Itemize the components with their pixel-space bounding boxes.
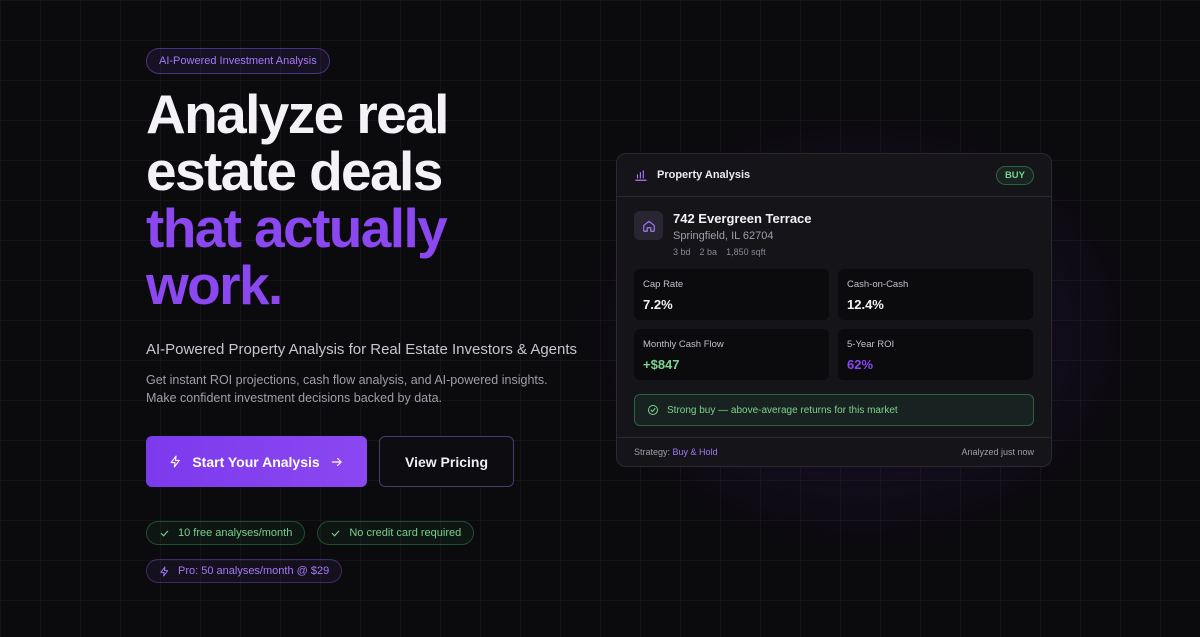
check-circle-icon	[648, 405, 658, 415]
start-analysis-button[interactable]: Start Your Analysis	[146, 436, 367, 487]
strategy: Strategy: Buy & Hold	[634, 447, 718, 457]
chip-pro-plan-label: Pro: 50 analyses/month @ $29	[178, 565, 330, 577]
recommendation-text: Strong buy — above-average returns for t…	[667, 404, 898, 416]
spec-sqft: 1,850 sqft	[726, 247, 766, 257]
metric-cap-rate: Cap Rate 7.2%	[634, 269, 829, 320]
property-details: 742 Evergreen Terrace Springfield, IL 62…	[673, 211, 812, 257]
bolt-icon	[170, 455, 181, 468]
start-analysis-label: Start Your Analysis	[192, 453, 320, 470]
hero-subhead: AI-Powered Property Analysis for Real Es…	[146, 341, 578, 358]
property-info: 742 Evergreen Terrace Springfield, IL 62…	[617, 197, 1051, 257]
chip-pro-plan: Pro: 50 analyses/month @ $29	[146, 559, 343, 583]
property-icon-box	[634, 211, 663, 240]
recommendation-status: Strong buy — above-average returns for t…	[634, 394, 1034, 426]
check-icon	[332, 530, 340, 537]
property-specs: 3 bd 2 ba 1,850 sqft	[673, 247, 812, 257]
spec-baths: 2 ba	[699, 247, 718, 257]
metric-label: Cash-on-Cash	[847, 279, 909, 290]
hero-description: Get instant ROI projections, cash flow a…	[146, 373, 548, 405]
metric-monthly-cash-flow: Monthly Cash Flow +$847	[634, 329, 829, 380]
home-icon	[642, 220, 655, 232]
chip-free-analyses: 10 free analyses/month	[146, 521, 306, 545]
metric-value: 62%	[847, 357, 874, 372]
headline-line-1: Analyze real	[146, 83, 449, 145]
property-address: 742 Evergreen Terrace	[673, 211, 812, 226]
feature-chips: 10 free analyses/month No credit card re…	[146, 521, 586, 545]
view-pricing-button[interactable]: View Pricing	[379, 436, 514, 487]
metric-five-year-roi: 5-Year ROI 62%	[838, 329, 1033, 380]
headline-line-2: estate deals	[146, 140, 443, 202]
metrics-grid: Cap Rate 7.2% Cash-on-Cash 12.4% Monthly…	[617, 257, 1051, 380]
buy-badge: BUY	[995, 165, 1034, 185]
metric-label: 5-Year ROI	[847, 339, 895, 350]
hero-headline: Analyze real estate deals that actually …	[146, 86, 586, 314]
analyzed-timestamp: Analyzed just now	[961, 447, 1034, 457]
property-city: Springfield, IL 62704	[673, 230, 774, 242]
hero-buttons: Start Your Analysis View Pricing	[146, 436, 586, 487]
chip-no-credit-card: No credit card required	[317, 521, 475, 545]
metric-value: +$847	[643, 357, 680, 372]
metric-value: 12.4%	[847, 297, 884, 312]
strategy-value: Buy & Hold	[672, 447, 718, 457]
metric-value: 7.2%	[643, 297, 673, 312]
metric-label: Monthly Cash Flow	[643, 339, 724, 350]
card-footer: Strategy: Buy & Hold Analyzed just now	[617, 437, 1051, 466]
bar-chart-icon	[635, 170, 647, 181]
chip-no-credit-card-label: No credit card required	[349, 527, 462, 539]
check-icon	[160, 530, 169, 537]
chip-free-analyses-label: 10 free analyses/month	[178, 527, 293, 539]
property-analysis-card: Property Analysis BUY 742 Evergreen Terr…	[616, 153, 1052, 467]
card-header: Property Analysis BUY	[617, 154, 1051, 197]
spec-beds: 3 bd	[673, 247, 691, 257]
hero-tag: AI-Powered Investment Analysis	[146, 48, 330, 74]
metric-cash-on-cash: Cash-on-Cash 12.4%	[838, 269, 1033, 320]
strategy-label: Strategy:	[634, 447, 671, 457]
metric-label: Cap Rate	[643, 279, 684, 290]
card-title-group: Property Analysis	[634, 168, 750, 182]
arrow-right-icon	[331, 457, 342, 466]
card-title: Property Analysis	[657, 169, 751, 181]
bolt-icon	[160, 565, 169, 577]
headline-accent-line-2: work.	[146, 254, 283, 316]
hero-section: AI-Powered Investment Analysis Analyze r…	[146, 48, 586, 583]
headline-accent-line-1: that actually	[146, 197, 448, 259]
